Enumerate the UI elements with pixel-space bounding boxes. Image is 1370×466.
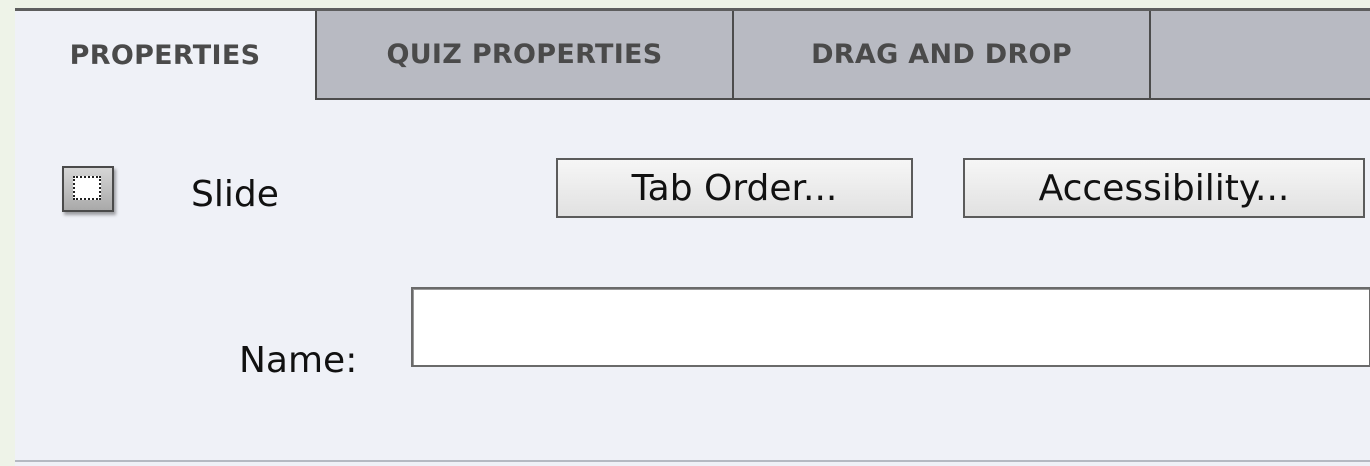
slide-icon	[62, 166, 114, 212]
name-label: Name:	[239, 340, 358, 381]
window-backdrop	[0, 0, 15, 466]
slide-icon-frame	[73, 176, 101, 200]
name-input[interactable]	[411, 287, 1370, 367]
tab-label: QUIZ PROPERTIES	[386, 39, 663, 70]
tab-properties[interactable]: PROPERTIES	[15, 11, 315, 100]
tab-quiz-properties[interactable]: QUIZ PROPERTIES	[315, 11, 732, 100]
tab-label: DRAG AND DROP	[811, 39, 1072, 70]
panel-bottom-border	[15, 460, 1370, 462]
properties-panel: PROPERTIES QUIZ PROPERTIES DRAG AND DROP…	[15, 8, 1370, 466]
tab-label: PROPERTIES	[69, 40, 261, 71]
tab-strip: PROPERTIES QUIZ PROPERTIES DRAG AND DROP	[15, 11, 1370, 103]
object-type-label: Slide	[191, 174, 279, 215]
tab-order-button[interactable]: Tab Order...	[556, 158, 913, 218]
tab-drag-and-drop[interactable]: DRAG AND DROP	[732, 11, 1149, 100]
tab-strip-filler	[1149, 11, 1370, 100]
accessibility-button[interactable]: Accessibility...	[963, 158, 1365, 218]
